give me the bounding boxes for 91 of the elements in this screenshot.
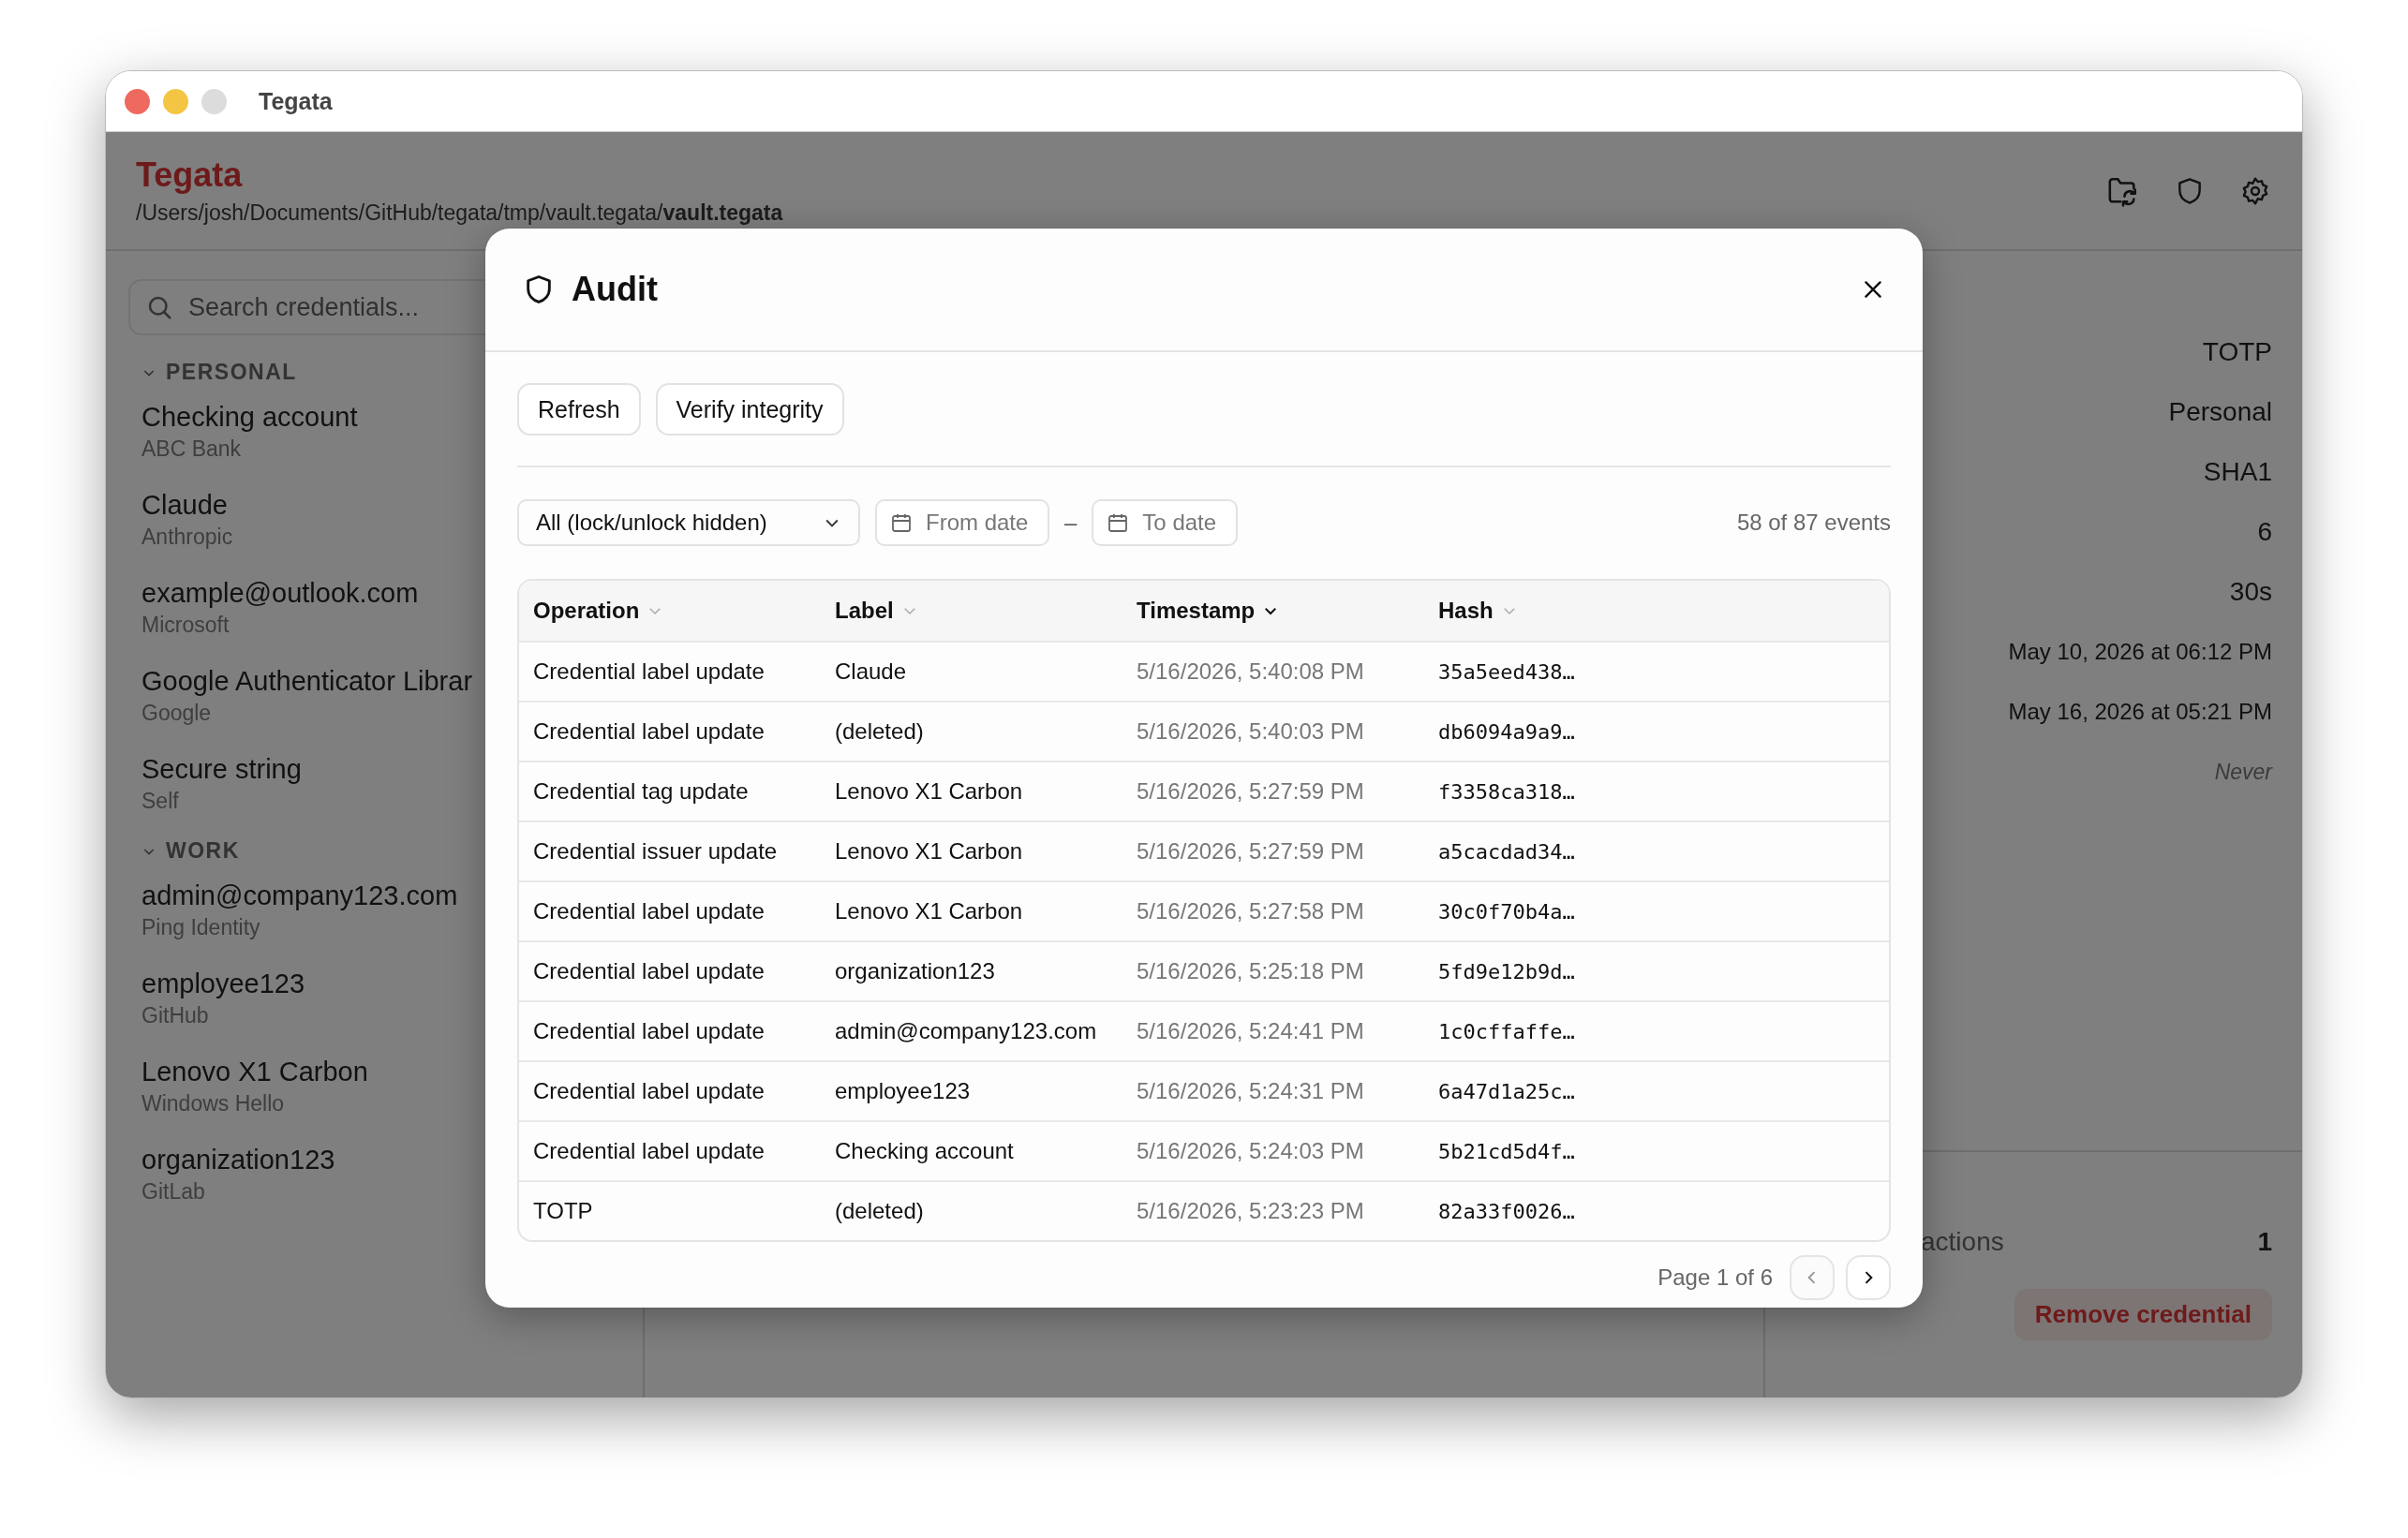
- table-cell: 1c0cffaffe…: [1438, 1019, 1575, 1043]
- table-cell: 82a33f0026…: [1438, 1199, 1575, 1223]
- table-cell: 5/16/2026, 5:40:03 PM: [1137, 718, 1364, 745]
- table-cell: Lenovo X1 Carbon: [835, 838, 1023, 865]
- detail-value: May 10, 2026 at 06:12 PM: [2008, 638, 2272, 666]
- table-cell: 5/16/2026, 5:27:58 PM: [1137, 898, 1364, 924]
- table-cell: Claude: [835, 658, 907, 685]
- table-cell: TOTP: [533, 1198, 593, 1224]
- settings-icon[interactable]: [2240, 175, 2270, 206]
- remove-credential-button[interactable]: Remove credential: [2014, 1289, 2272, 1340]
- table-cell: Lenovo X1 Carbon: [835, 778, 1023, 805]
- event-count: 58 of 87 events: [1736, 510, 1891, 536]
- credential-issuer: GitHub: [141, 1003, 209, 1028]
- credential-issuer: Google: [141, 701, 212, 726]
- table-cell: (deleted): [835, 718, 924, 745]
- column-header[interactable]: Timestamp: [1137, 598, 1256, 624]
- filter-dropdown[interactable]: All (lock/unlock hidden): [517, 499, 860, 546]
- group-heading: PERSONAL: [166, 360, 297, 385]
- credential-name[interactable]: organization123: [141, 1145, 335, 1176]
- credential-issuer: Microsoft: [141, 613, 230, 638]
- credential-issuer: Windows Hello: [141, 1091, 285, 1117]
- close-window-button[interactable]: [125, 88, 150, 114]
- credential-name[interactable]: Checking account: [141, 402, 358, 433]
- table-cell: Credential tag update: [533, 778, 749, 805]
- date-field[interactable]: To date: [1092, 499, 1239, 546]
- credential-name[interactable]: Secure string: [141, 754, 302, 785]
- detail-value: Personal: [2168, 396, 2272, 428]
- table-cell: Credential label update: [533, 1078, 765, 1104]
- table-cell: 35a5eed438…: [1438, 659, 1575, 684]
- table-cell: Lenovo X1 Carbon: [835, 898, 1023, 924]
- credential-issuer: Self: [141, 789, 179, 814]
- table-cell: Credential label update: [533, 958, 765, 984]
- table-cell: 6a47d1a25c…: [1438, 1079, 1575, 1103]
- table-cell: a5cacdad34…: [1438, 839, 1575, 864]
- credential-name[interactable]: employee123: [141, 969, 305, 999]
- credential-name[interactable]: Claude: [141, 490, 228, 521]
- column-header[interactable]: Operation: [533, 598, 640, 624]
- date-field[interactable]: From date: [875, 499, 1049, 546]
- table-cell: organization123: [835, 958, 995, 984]
- range-separator: –: [1064, 510, 1078, 536]
- table-cell: 5/16/2026, 5:40:08 PM: [1137, 658, 1364, 685]
- calendar-icon: [890, 511, 913, 534]
- detail-value: TOTP: [2202, 336, 2272, 368]
- table-cell: 5/16/2026, 5:24:03 PM: [1137, 1138, 1364, 1164]
- group-heading: WORK: [166, 838, 240, 864]
- vault-path: /Users/josh/Documents/GitHub/tegata/tmp/vault.tegata/vault.tegata: [136, 200, 783, 226]
- credential-name[interactable]: Google Authenticator Librar: [141, 666, 473, 697]
- calendar-icon: [1107, 511, 1130, 534]
- table-cell: Credential label update: [533, 898, 765, 924]
- column-header[interactable]: Label: [835, 598, 894, 624]
- table-cell: admin@company123.com: [835, 1018, 1097, 1044]
- table-cell: 5b21cd5d4f…: [1438, 1139, 1575, 1163]
- table-cell: (deleted): [835, 1198, 924, 1224]
- page-indicator: Page 1 of 6: [1657, 1264, 1773, 1291]
- column-header[interactable]: Hash: [1438, 598, 1494, 624]
- action-button[interactable]: Verify integrity: [655, 383, 844, 436]
- credential-issuer: GitLab: [141, 1179, 205, 1205]
- detail-value: Never: [2214, 758, 2272, 786]
- table-cell: 5/16/2026, 5:24:31 PM: [1137, 1078, 1364, 1104]
- table-cell: 5/16/2026, 5:25:18 PM: [1137, 958, 1364, 984]
- window-title: Tegata: [259, 87, 333, 115]
- detail-value: 6: [2257, 516, 2272, 548]
- table-cell: db6094a9a9…: [1438, 719, 1575, 744]
- table-cell: 30c0f70b4a…: [1438, 899, 1575, 924]
- table-cell: 5fd9e12b9d…: [1438, 959, 1575, 983]
- table-cell: 5/16/2026, 5:27:59 PM: [1137, 838, 1364, 865]
- table-cell: Credential label update: [533, 658, 765, 685]
- table-cell: 5/16/2026, 5:27:59 PM: [1137, 778, 1364, 805]
- table-cell: Credential label update: [533, 1018, 765, 1044]
- action-button[interactable]: Refresh: [517, 383, 641, 436]
- detail-value: May 16, 2026 at 05:21 PM: [2008, 698, 2272, 726]
- table-cell: f3358ca318…: [1438, 779, 1575, 804]
- credential-name[interactable]: admin@company123.com: [141, 880, 458, 911]
- table-cell: employee123: [835, 1078, 971, 1104]
- dialog-title: Audit: [572, 270, 658, 309]
- table-cell: Credential label update: [533, 718, 765, 745]
- detail-value: 1: [2257, 1227, 2272, 1257]
- credential-issuer: ABC Bank: [141, 436, 242, 462]
- detail-value: SHA1: [2203, 456, 2272, 488]
- credential-issuer: Anthropic: [141, 525, 233, 550]
- credential-issuer: Ping Identity: [141, 915, 260, 940]
- detail-value: 30s: [2229, 576, 2272, 608]
- detail-label: actions: [1921, 1227, 2004, 1257]
- credential-name[interactable]: example@outlook.com: [141, 578, 419, 609]
- table-cell: 5/16/2026, 5:24:41 PM: [1137, 1018, 1364, 1044]
- table-cell: 5/16/2026, 5:23:23 PM: [1137, 1198, 1364, 1224]
- table-cell: Checking account: [835, 1138, 1014, 1164]
- table-cell: Credential issuer update: [533, 838, 778, 865]
- app-title: Tegata: [136, 155, 244, 195]
- table-cell: Credential label update: [533, 1138, 765, 1164]
- credential-name[interactable]: Lenovo X1 Carbon: [141, 1057, 368, 1087]
